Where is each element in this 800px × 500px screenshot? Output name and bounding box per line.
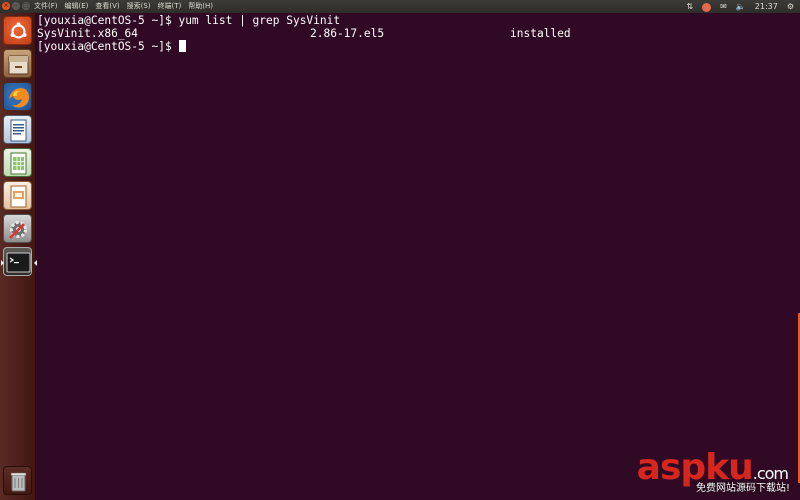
power-gear-icon[interactable]: ⚙ [787,0,794,13]
text-cursor [179,40,187,52]
launcher-dash-home[interactable] [3,16,32,45]
output-status: installed [510,27,571,40]
terminal-icon [6,252,31,273]
launcher-libreoffice-calc[interactable] [3,148,32,177]
terminal-line: [youxia@CentOS-5 ~]$ [37,40,187,53]
site-watermark: aspku.com 免费网站源码下载站! [626,450,794,495]
watermark-subtitle: 免费网站源码下载站! [695,483,790,494]
maximize-button[interactable]: □ [22,2,30,10]
firefox-icon [7,86,30,109]
menu-help[interactable]: 帮助(H) [188,0,213,13]
menu-bar: 文件(F) 编辑(E) 查看(V) 搜索(S) 终端(T) 帮助(H) [34,0,213,13]
top-panel: × – □ 文件(F) 编辑(E) 查看(V) 搜索(S) 终端(T) 帮助(H… [0,0,800,13]
calc-spreadsheet-icon [10,152,27,175]
unity-launcher [0,13,37,500]
volume-icon[interactable]: 🔈 [736,0,746,13]
command-text: yum list | grep SysVinit [178,14,341,27]
terminal-line: [youxia@CentOS-5 ~]$ yum list | grep Sys… [37,14,340,27]
trash-icon [10,472,27,492]
launcher-libreoffice-writer[interactable] [3,115,32,144]
window-controls: × – □ [2,2,30,10]
launcher-files[interactable] [3,49,32,78]
settings-gear-icon [9,221,27,239]
clock[interactable]: 21:37 [755,0,778,13]
menu-search[interactable]: 搜索(S) [127,0,151,13]
user-status-icon[interactable] [702,3,712,12]
close-button[interactable]: × [2,2,10,10]
writer-document-icon [10,119,27,142]
menu-terminal[interactable]: 终端(T) [158,0,182,13]
network-icon[interactable]: ⇅ [686,0,693,13]
menu-view[interactable]: 查看(V) [95,0,119,13]
menu-file[interactable]: 文件(F) [34,0,58,13]
launcher-terminal[interactable] [1,247,37,276]
launcher-trash[interactable] [3,466,32,495]
ubuntu-logo-icon [10,22,27,39]
shell-prompt: [youxia@CentOS-5 ~]$ [37,40,179,53]
launcher-firefox[interactable] [3,82,32,111]
impress-presentation-icon [10,185,27,208]
launcher-system-settings[interactable] [3,214,32,243]
launcher-libreoffice-impress[interactable] [3,181,32,210]
indicator-area: ⇅ ✉ 🔈 21:37 ⚙ [686,0,794,13]
mail-icon[interactable]: ✉ [720,0,727,13]
output-package: SysVinit.x86_64 [37,27,139,40]
menu-edit[interactable]: 编辑(E) [65,0,89,13]
shell-prompt: [youxia@CentOS-5 ~]$ [37,14,179,27]
output-version: 2.86-17.el5 [310,27,385,40]
minimize-button[interactable]: – [12,2,20,10]
terminal-window[interactable]: [youxia@CentOS-5 ~]$ yum list | grep Sys… [36,13,800,500]
file-cabinet-icon [8,55,29,75]
